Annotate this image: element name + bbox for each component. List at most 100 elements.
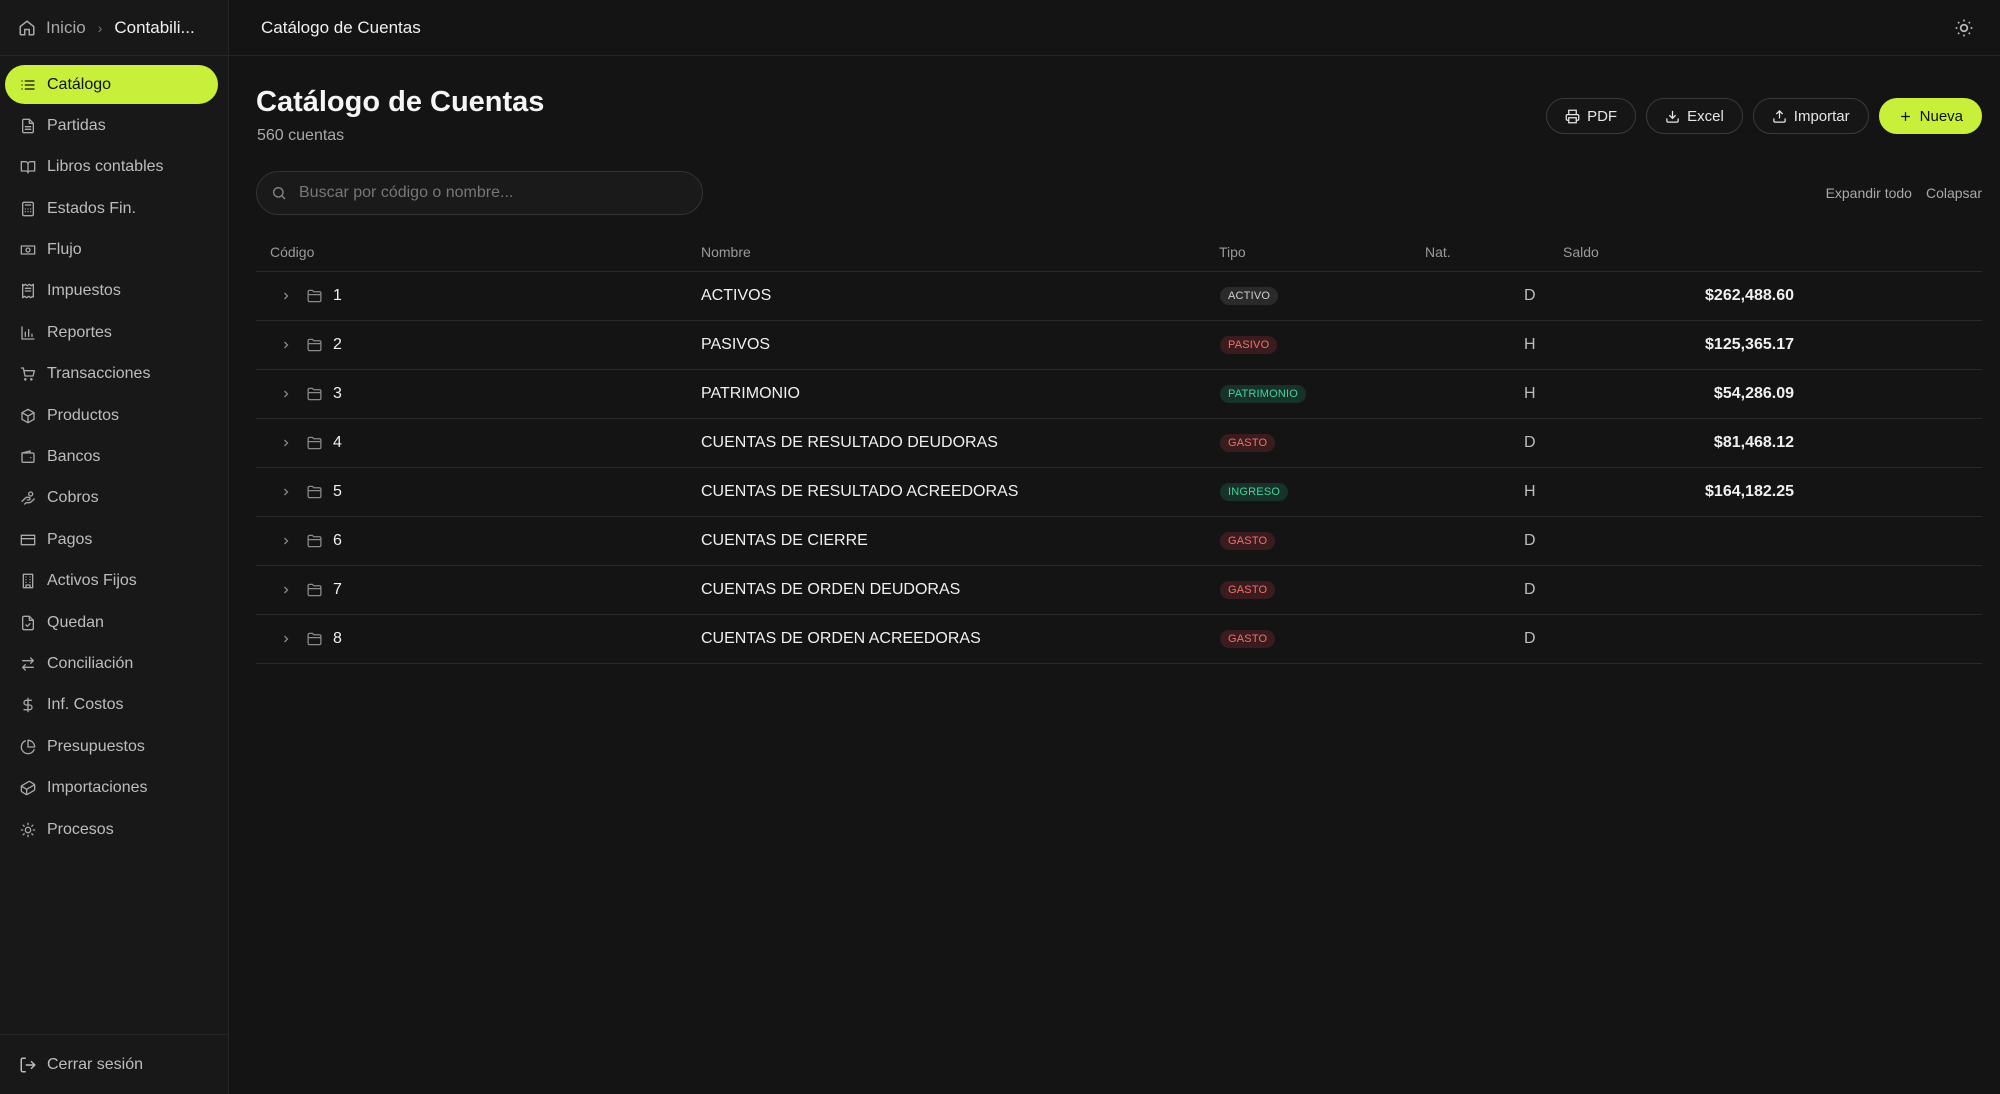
folder-icon bbox=[307, 289, 322, 303]
sidebar-item-partidas[interactable]: Partidas bbox=[5, 106, 218, 145]
expand-all-link[interactable]: Expandir todo bbox=[1826, 185, 1912, 201]
table-row[interactable]: 7 CUENTAS DE ORDEN DEUDORAS GASTO D bbox=[256, 566, 1982, 615]
account-code: 5 bbox=[333, 483, 342, 500]
sidebar-item-flujo[interactable]: Flujo bbox=[5, 231, 218, 270]
account-code: 3 bbox=[333, 385, 342, 402]
account-name: PATRIMONIO bbox=[701, 385, 800, 402]
chevron-right-icon[interactable] bbox=[280, 339, 292, 351]
sidebar-item-pagos[interactable]: Pagos bbox=[5, 520, 218, 559]
sidebar-item-importaciones[interactable]: Importaciones bbox=[5, 769, 218, 808]
table-row[interactable]: 5 CUENTAS DE RESULTADO ACREEDORAS INGRESO H… bbox=[256, 468, 1982, 517]
table-header: Código Nombre Tipo Nat. Saldo bbox=[256, 232, 1982, 272]
sidebar-item-inf-costos[interactable]: Inf. Costos bbox=[5, 686, 218, 725]
file-check-icon bbox=[19, 614, 37, 632]
chevron-right-icon[interactable] bbox=[280, 486, 292, 498]
container-icon bbox=[19, 779, 37, 797]
breadcrumb-home[interactable]: Inicio bbox=[46, 18, 86, 38]
sidebar-item-label: Impuestos bbox=[47, 282, 121, 300]
sidebar-item-label: Pagos bbox=[47, 530, 93, 548]
account-code: 8 bbox=[333, 630, 342, 647]
sidebar-item-estados-fin-[interactable]: Estados Fin. bbox=[5, 189, 218, 228]
account-name: ACTIVOS bbox=[701, 287, 772, 304]
sun-icon[interactable] bbox=[1954, 18, 1974, 38]
account-name: CUENTAS DE CIERRE bbox=[701, 532, 868, 549]
topbar: Catálogo de Cuentas bbox=[229, 0, 2000, 56]
chevron-right-icon[interactable] bbox=[280, 535, 292, 547]
cart-icon bbox=[19, 365, 37, 383]
chevron-right-icon[interactable] bbox=[280, 437, 292, 449]
new-label: Nueva bbox=[1919, 107, 1963, 125]
sidebar-item-label: Libros contables bbox=[47, 158, 164, 176]
sidebar-item-procesos[interactable]: Procesos bbox=[5, 810, 218, 849]
sidebar-item-impuestos[interactable]: Impuestos bbox=[5, 272, 218, 311]
calculator-icon bbox=[19, 200, 37, 218]
sidebar-item-bancos[interactable]: Bancos bbox=[5, 438, 218, 477]
excel-button[interactable]: Excel bbox=[1646, 98, 1743, 134]
pie-chart-icon bbox=[19, 738, 37, 756]
download-icon bbox=[1666, 110, 1679, 123]
table-row[interactable]: 2 PASIVOS PASIVO H $125,365.17 bbox=[256, 321, 1982, 370]
bar-chart-icon bbox=[19, 324, 37, 342]
folder-icon bbox=[307, 632, 322, 646]
logout-icon bbox=[19, 1056, 37, 1074]
table-row[interactable]: 8 CUENTAS DE ORDEN ACREEDORAS GASTO D bbox=[256, 615, 1982, 664]
account-name: CUENTAS DE ORDEN DEUDORAS bbox=[701, 581, 961, 598]
accounts-table: Código Nombre Tipo Nat. Saldo 1 ACTIVOS AC… bbox=[256, 232, 1982, 664]
sidebar-item-reportes[interactable]: Reportes bbox=[5, 313, 218, 352]
sidebar-item-activos-fijos[interactable]: Activos Fijos bbox=[5, 562, 218, 601]
col-type[interactable]: Tipo bbox=[1219, 244, 1246, 260]
type-badge: PATRIMONIO bbox=[1220, 385, 1307, 403]
import-button[interactable]: Importar bbox=[1752, 98, 1869, 134]
account-nature: D bbox=[1524, 287, 1536, 304]
receipt-icon bbox=[19, 282, 37, 300]
table-row[interactable]: 1 ACTIVOS ACTIVO D $262,488.60 bbox=[256, 272, 1982, 321]
account-balance: $125,365.17 bbox=[1705, 336, 1794, 353]
account-name: CUENTAS DE ORDEN ACREEDORAS bbox=[701, 630, 981, 647]
account-nature: D bbox=[1524, 434, 1536, 451]
chevron-right-icon[interactable] bbox=[280, 633, 292, 645]
col-nat[interactable]: Nat. bbox=[1425, 244, 1451, 260]
upload-icon bbox=[1773, 109, 1786, 123]
new-account-button[interactable]: Nueva bbox=[1878, 98, 1982, 134]
sidebar-item-libros-contables[interactable]: Libros contables bbox=[5, 148, 218, 187]
col-code[interactable]: Código bbox=[270, 244, 314, 260]
sidebar-item-label: Estados Fin. bbox=[47, 199, 136, 217]
col-name[interactable]: Nombre bbox=[701, 244, 751, 260]
breadcrumb: Inicio › Contabili... bbox=[0, 0, 228, 56]
sidebar-item-conciliación[interactable]: Conciliación bbox=[5, 644, 218, 683]
wallet-icon bbox=[19, 448, 37, 466]
logout-button[interactable]: Cerrar sesión bbox=[0, 1034, 229, 1094]
chevron-right-icon[interactable] bbox=[280, 584, 292, 596]
sidebar-item-catálogo[interactable]: Catálogo bbox=[5, 65, 218, 104]
file-text-icon bbox=[19, 117, 37, 135]
col-balance[interactable]: Saldo bbox=[1563, 244, 1599, 260]
sidebar-item-label: Procesos bbox=[47, 820, 114, 838]
pdf-label: PDF bbox=[1587, 107, 1618, 125]
home-icon[interactable] bbox=[18, 19, 36, 37]
chevron-right-icon[interactable] bbox=[280, 290, 292, 302]
account-nature: D bbox=[1524, 581, 1536, 598]
sidebar-item-productos[interactable]: Productos bbox=[5, 396, 218, 435]
sidebar-item-label: Importaciones bbox=[47, 779, 148, 797]
toolbar: PDF Excel Importar Nueva bbox=[1546, 98, 1982, 134]
logout-label: Cerrar sesión bbox=[47, 1055, 144, 1073]
sidebar-item-presupuestos[interactable]: Presupuestos bbox=[5, 727, 218, 766]
sidebar-item-transacciones[interactable]: Transacciones bbox=[5, 355, 218, 394]
import-label: Importar bbox=[1793, 107, 1850, 125]
account-balance: $81,468.12 bbox=[1713, 434, 1794, 451]
sidebar-item-label: Quedan bbox=[47, 613, 104, 631]
sidebar-item-label: Inf. Costos bbox=[47, 696, 124, 714]
search-input[interactable] bbox=[299, 184, 679, 202]
table-row[interactable]: 6 CUENTAS DE CIERRE GASTO D bbox=[256, 517, 1982, 566]
collapse-link[interactable]: Colapsar bbox=[1926, 185, 1982, 201]
table-row[interactable]: 3 PATRIMONIO PATRIMONIO H $54,286.09 bbox=[256, 370, 1982, 419]
banknote-icon bbox=[19, 241, 37, 259]
table-row[interactable]: 4 CUENTAS DE RESULTADO DEUDORAS GASTO D $81,… bbox=[256, 419, 1982, 468]
sidebar-item-label: Bancos bbox=[47, 448, 101, 466]
account-balance: $164,182.25 bbox=[1705, 483, 1794, 500]
sidebar-item-label: Activos Fijos bbox=[47, 572, 137, 590]
sidebar-item-cobros[interactable]: Cobros bbox=[5, 479, 218, 518]
chevron-right-icon[interactable] bbox=[280, 388, 292, 400]
pdf-button[interactable]: PDF bbox=[1546, 98, 1637, 134]
sidebar-item-quedan[interactable]: Quedan bbox=[5, 603, 218, 642]
